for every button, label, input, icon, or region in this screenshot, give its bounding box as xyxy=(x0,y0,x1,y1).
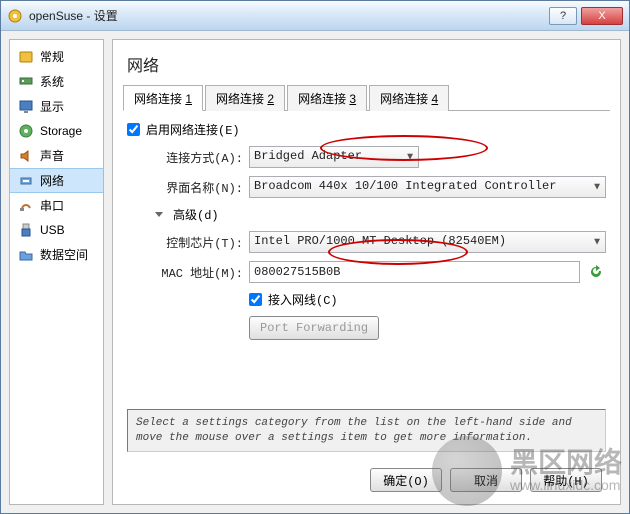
usb-icon xyxy=(18,222,34,238)
mac-label: MAC 地址(M): xyxy=(155,264,243,281)
window-controls: ? X xyxy=(545,7,623,25)
sidebar-item-label: 网络 xyxy=(40,172,64,189)
help-button[interactable]: 帮助(H) xyxy=(530,468,602,492)
serial-icon xyxy=(18,198,34,214)
close-window-button[interactable]: X xyxy=(581,7,623,25)
port-forwarding-button[interactable]: Port Forwarding xyxy=(249,316,379,340)
network-tabs: 网络连接 1 网络连接 2 网络连接 3 网络连接 4 xyxy=(123,84,610,111)
tab-adapter-2[interactable]: 网络连接 2 xyxy=(205,85,285,111)
sidebar-item-label: Storage xyxy=(40,124,82,138)
tab-adapter-1[interactable]: 网络连接 1 xyxy=(123,85,203,111)
tab-adapter-4[interactable]: 网络连接 4 xyxy=(369,85,449,111)
window-body: 常规 系统 显示 Storage 声音 网络 xyxy=(1,31,629,513)
conn-type-select[interactable]: Bridged Adapter xyxy=(249,146,419,168)
enable-row: 启用网络连接(E) xyxy=(127,121,606,138)
network-icon xyxy=(18,173,34,189)
sidebar-item-label: 显示 xyxy=(40,98,64,115)
refresh-icon xyxy=(588,264,604,280)
storage-icon xyxy=(18,123,34,139)
iface-name-select[interactable]: Broadcom 440x 10/100 Integrated Controll… xyxy=(249,176,606,198)
sidebar-item-storage[interactable]: Storage xyxy=(10,119,103,143)
system-icon xyxy=(18,74,34,90)
sidebar-item-label: 常规 xyxy=(40,48,64,65)
sidebar-item-label: USB xyxy=(40,223,65,237)
advanced-label: 高级(d) xyxy=(173,206,219,223)
mac-row: MAC 地址(M): xyxy=(155,261,606,283)
sidebar-item-system[interactable]: 系统 xyxy=(10,69,103,94)
refresh-mac-button[interactable] xyxy=(586,262,606,282)
cable-row: 接入网线(C) xyxy=(249,291,606,308)
general-icon xyxy=(18,49,34,65)
page-title: 网络 xyxy=(123,48,610,84)
iface-name-row: 界面名称(N): Broadcom 440x 10/100 Integrated… xyxy=(155,176,606,198)
adapter-form: 启用网络连接(E) 连接方式(A): Bridged Adapter ▼ 界面名… xyxy=(123,111,610,496)
tab-adapter-3[interactable]: 网络连接 3 xyxy=(287,85,367,111)
ok-button[interactable]: 确定(O) xyxy=(370,468,442,492)
settings-window: openSuse - 设置 ? X 常规 系统 显示 Storage xyxy=(0,0,630,514)
main-panel: 网络 网络连接 1 网络连接 2 网络连接 3 网络连接 4 启用网络连接(E)… xyxy=(112,39,621,505)
sidebar-item-label: 串口 xyxy=(40,197,64,214)
portfwd-row: Port Forwarding xyxy=(249,316,606,340)
enable-adapter-checkbox[interactable] xyxy=(127,123,140,136)
enable-adapter-label: 启用网络连接(E) xyxy=(146,121,240,138)
chipset-label: 控制芯片(T): xyxy=(155,234,243,251)
advanced-toggle[interactable]: 高级(d) xyxy=(155,206,606,223)
window-title: openSuse - 设置 xyxy=(29,7,545,24)
sidebar-item-usb[interactable]: USB xyxy=(10,218,103,242)
hint-box: Select a settings category from the list… xyxy=(127,409,606,452)
sidebar-item-label: 系统 xyxy=(40,73,64,90)
cable-checkbox[interactable] xyxy=(249,293,262,306)
disclosure-triangle-icon xyxy=(155,212,163,217)
display-icon xyxy=(18,99,34,115)
help-window-button[interactable]: ? xyxy=(549,7,577,25)
conn-type-row: 连接方式(A): Bridged Adapter ▼ xyxy=(155,146,606,168)
conn-type-label: 连接方式(A): xyxy=(155,149,243,166)
shared-folder-icon xyxy=(18,247,34,263)
sidebar-item-network[interactable]: 网络 xyxy=(10,168,103,193)
sidebar-item-audio[interactable]: 声音 xyxy=(10,143,103,168)
sidebar-item-shared[interactable]: 数据空间 xyxy=(10,242,103,267)
titlebar[interactable]: openSuse - 设置 ? X xyxy=(1,1,629,31)
app-gear-icon xyxy=(7,8,23,24)
dialog-footer: 确定(O) 取消 帮助(H) xyxy=(127,460,606,492)
sidebar-item-label: 数据空间 xyxy=(40,246,88,263)
sidebar-item-general[interactable]: 常规 xyxy=(10,44,103,69)
sidebar: 常规 系统 显示 Storage 声音 网络 xyxy=(9,39,104,505)
chipset-select[interactable]: Intel PRO/1000 MT Desktop (82540EM) xyxy=(249,231,606,253)
sidebar-item-display[interactable]: 显示 xyxy=(10,94,103,119)
audio-icon xyxy=(18,148,34,164)
cancel-button[interactable]: 取消 xyxy=(450,468,522,492)
mac-input[interactable] xyxy=(249,261,580,283)
sidebar-item-serial[interactable]: 串口 xyxy=(10,193,103,218)
iface-name-label: 界面名称(N): xyxy=(155,179,243,196)
chipset-row: 控制芯片(T): Intel PRO/1000 MT Desktop (8254… xyxy=(155,231,606,253)
cable-label: 接入网线(C) xyxy=(268,291,338,308)
sidebar-item-label: 声音 xyxy=(40,147,64,164)
